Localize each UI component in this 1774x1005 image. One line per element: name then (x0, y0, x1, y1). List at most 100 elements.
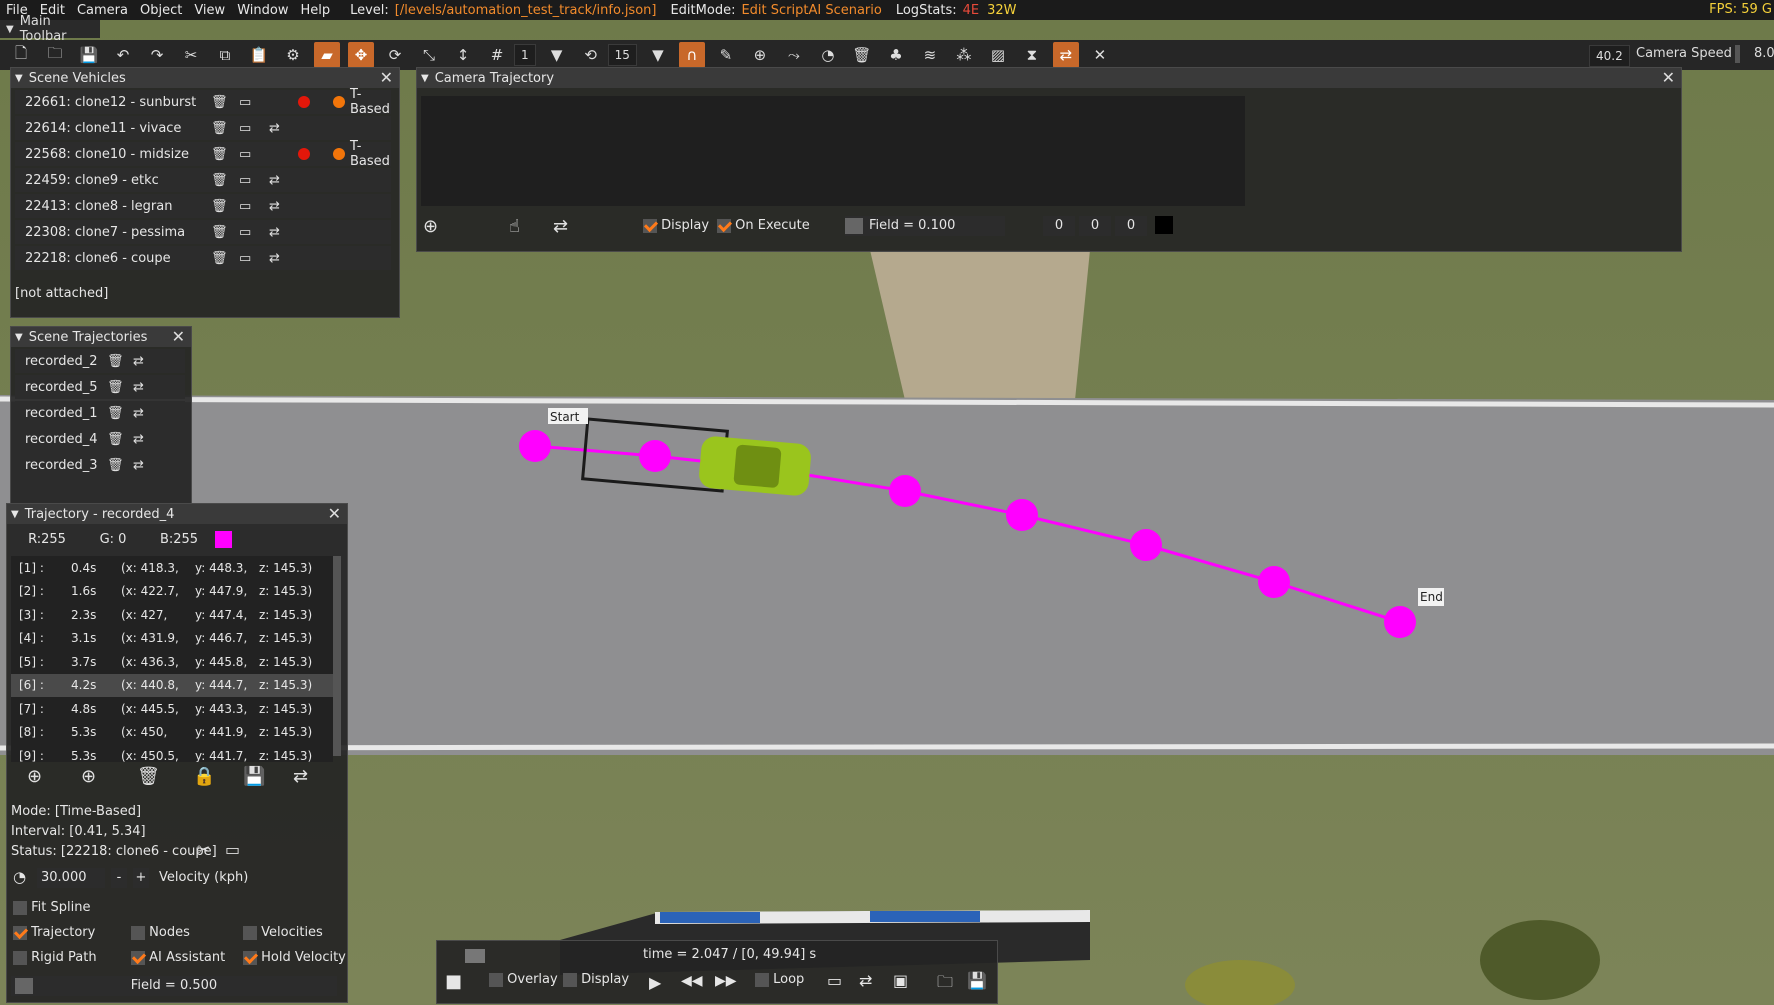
trajectory-icon[interactable]: ⇄ (269, 251, 280, 266)
menu-window[interactable]: Window (231, 3, 294, 18)
menu-help[interactable]: Help (294, 3, 336, 18)
delete-icon[interactable]: 🗑 (211, 199, 228, 214)
velocity-plus-button[interactable]: + (133, 868, 149, 888)
vehicle-row[interactable]: 22568: clone10 - midsize 🗑 ▭ T-Based (15, 139, 391, 169)
car-mode-icon[interactable]: ▰ (314, 42, 340, 68)
on-execute-checkbox[interactable]: On Execute (717, 218, 810, 233)
trajectory-icon[interactable]: ⇄ (269, 225, 280, 240)
color-b-input[interactable]: 0 (1115, 216, 1147, 236)
trajectory-node-row[interactable]: [1] : 0.4s (x: 418.3, y: 448.3, z: 145.3… (11, 556, 333, 580)
scene-trajectories-title-bar[interactable]: ▼ Scene Trajectories ✕ (11, 327, 191, 347)
color-swatch[interactable] (1155, 216, 1173, 234)
close-icon[interactable]: ✕ (328, 504, 341, 523)
velocity-minus-button[interactable]: - (111, 868, 127, 888)
delete-icon[interactable]: 🗑 (211, 95, 228, 110)
grid-value[interactable]: 1 (514, 44, 536, 66)
trajectory-node-marker[interactable] (1006, 499, 1038, 531)
trajectory-row[interactable]: recorded_4 🗑 ⇄ (15, 427, 185, 451)
car-icon[interactable]: ▭ (239, 251, 251, 266)
delete-icon[interactable]: 🗑 (211, 251, 228, 266)
rigid-path-checkbox[interactable]: Rigid Path (13, 950, 97, 965)
rotate-snap-value[interactable]: 15 (607, 44, 637, 66)
scale-tool-icon[interactable]: ⤡ (416, 42, 442, 68)
trajectory-icon[interactable]: ⇄ (553, 216, 568, 237)
trajectory-icon[interactable]: ⇄ (293, 766, 308, 787)
magnet-icon[interactable]: ∩ (678, 42, 705, 68)
menu-view[interactable]: View (188, 3, 231, 18)
trajectory-detail-title-bar[interactable]: ▼ Trajectory - recorded_4 ✕ (7, 504, 347, 524)
trajectory-node-list[interactable]: [1] : 0.4s (x: 418.3, y: 448.3, z: 145.3… (11, 556, 333, 762)
close-icon[interactable]: ✕ (380, 68, 393, 87)
cut-icon[interactable]: ✂ (178, 42, 204, 68)
color-g-input[interactable]: 0 (1079, 216, 1111, 236)
main-toolbar-title[interactable]: ▼ Main Toolbar (0, 14, 100, 44)
trajectory-color-swatch[interactable] (215, 531, 232, 548)
open-folder-icon[interactable]: 🗀 (42, 42, 68, 68)
play-icon[interactable]: ▶ (649, 973, 661, 992)
world-axis-icon[interactable]: ↕ (450, 42, 476, 68)
path-icon[interactable]: ⤳ (781, 42, 807, 68)
color-r-input[interactable]: 0 (1043, 216, 1075, 236)
insert-node-icon[interactable]: ⊕ (81, 766, 96, 787)
rotate-snap-icon[interactable]: ⟲ (578, 42, 604, 68)
delete-icon[interactable]: 🗑 (211, 147, 228, 162)
close-icon[interactable]: ✕ (172, 327, 185, 346)
trajectory-node-marker[interactable] (519, 430, 551, 462)
car-icon[interactable]: ▭ (239, 173, 251, 188)
camera-field-slider[interactable]: Field = 0.100 (845, 216, 1005, 236)
slider-handle[interactable] (15, 978, 33, 994)
lock-icon[interactable]: 🔒 (193, 766, 215, 787)
delete-icon[interactable]: 🗑 (211, 225, 228, 240)
camera-trajectory-title-bar[interactable]: ▼ Camera Trajectory ✕ (417, 68, 1681, 88)
hand-pointer-icon[interactable]: ☝ (509, 216, 520, 237)
vehicle-row[interactable]: 22614: clone11 - vivace 🗑 ▭ ⇄ (15, 116, 391, 140)
save-icon[interactable]: 💾 (76, 42, 102, 68)
grid-snap-icon[interactable]: # (484, 42, 510, 68)
camera-speed-value2[interactable]: 8.0 (1754, 46, 1774, 61)
car-icon[interactable]: ▭ (239, 225, 251, 240)
vehicle-row[interactable]: 22413: clone8 - legran 🗑 ▭ ⇄ (15, 194, 391, 218)
save-icon[interactable]: 💾 (967, 971, 987, 990)
trajectory-node-row[interactable]: [8] : 5.3s (x: 450, y: 441.9, z: 145.3) (11, 721, 333, 745)
trajectory-icon[interactable]: ⇄ (133, 380, 144, 395)
vehicle-row[interactable]: 22218: clone6 - coupe 🗑 ▭ ⇄ (15, 246, 391, 270)
trajectory-icon[interactable]: ⇄ (269, 173, 280, 188)
terrain-icon[interactable]: ▨ (985, 42, 1011, 68)
save-icon[interactable]: 💾 (243, 766, 265, 787)
trajectory-node-row[interactable]: [4] : 3.1s (x: 431.9, y: 446.7, z: 145.3… (11, 627, 333, 651)
camera-speed-value[interactable]: 40.2 (1589, 45, 1630, 67)
trajectory-node-row[interactable]: [5] : 3.7s (x: 436.3, y: 445.8, z: 145.3… (11, 650, 333, 674)
fast-forward-icon[interactable]: ▶▶ (715, 973, 737, 989)
car-icon[interactable]: ▭ (239, 147, 251, 162)
dropdown-icon[interactable]: ▼ (544, 42, 570, 68)
forest-icon[interactable]: ♣ (883, 42, 909, 68)
car-icon[interactable]: ▭ (239, 199, 251, 214)
scrollbar[interactable] (333, 556, 341, 756)
trajectory-icon[interactable]: ⇄ (859, 971, 872, 990)
velocities-checkbox[interactable]: Velocities (243, 925, 323, 940)
timeline-slider-handle[interactable] (465, 949, 485, 963)
trajectory-node-row[interactable]: [7] : 4.8s (x: 445.5, y: 443.3, z: 145.3… (11, 697, 333, 721)
record-camera-icon[interactable]: ▣ (893, 971, 908, 990)
trajectory-icon[interactable]: ⇄ (133, 406, 144, 421)
trajectory-checkbox[interactable]: Trajectory (13, 925, 95, 940)
trajectory-field-slider[interactable]: Field = 0.500 (11, 976, 337, 996)
delete-icon[interactable]: 🗑 (107, 432, 124, 447)
delete-icon[interactable]: 🗑 (107, 380, 124, 395)
trajectory-node-marker[interactable] (889, 475, 921, 507)
camera-keyframe-list[interactable] (421, 96, 1245, 206)
trajectory-icon[interactable]: ⇄ (133, 354, 144, 369)
trajectory-node-marker[interactable] (639, 440, 671, 472)
vehicle-row[interactable]: 22308: clone7 - pessima 🗑 ▭ ⇄ (15, 220, 391, 244)
display-checkbox[interactable]: Display (643, 218, 709, 233)
trajectory-node-marker[interactable] (1258, 566, 1290, 598)
trajectory-node-marker[interactable] (1384, 606, 1416, 638)
particles-icon[interactable]: ⁂ (951, 42, 977, 68)
trajectory-row[interactable]: recorded_5 🗑 ⇄ (15, 375, 185, 399)
vehicle-row[interactable]: 22459: clone9 - etkc 🗑 ▭ ⇄ (15, 168, 391, 192)
move-tool-icon[interactable]: ✥ (348, 42, 374, 68)
color-g-value[interactable]: G: 0 (83, 530, 143, 550)
layers-icon[interactable]: ≋ (917, 42, 943, 68)
car-icon[interactable]: ▭ (239, 95, 251, 110)
trajectory-node-row[interactable]: [6] : 4.2s (x: 440.8, y: 444.7, z: 145.3… (11, 673, 333, 697)
